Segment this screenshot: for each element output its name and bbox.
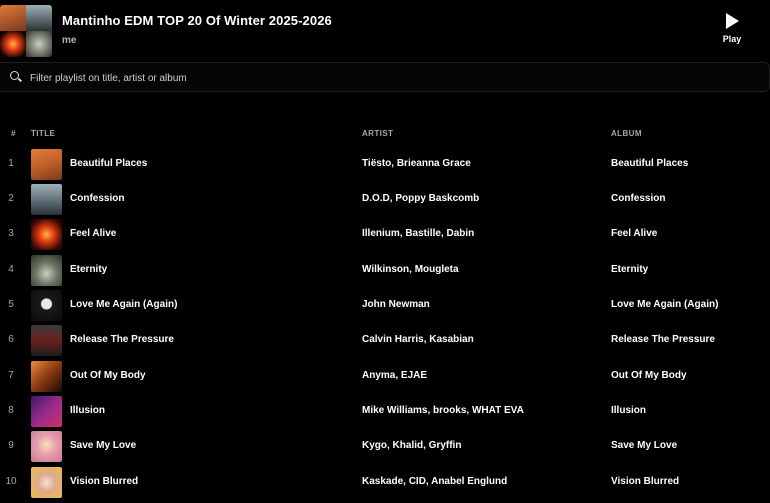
album-art: [31, 184, 62, 215]
track-title[interactable]: Out Of My Body: [70, 370, 146, 381]
album-art: [31, 396, 62, 427]
play-icon: [725, 13, 739, 29]
track-number: 8: [8, 405, 14, 416]
table-row[interactable]: 3 Feel Alive Illenium, Bastille, Dabin Feel…: [0, 218, 770, 253]
track-title[interactable]: Illusion: [70, 405, 105, 416]
track-number: 4: [8, 264, 14, 275]
track-album[interactable]: Love Me Again (Again): [611, 299, 718, 310]
track-artist[interactable]: Tiësto, Brieanna Grace: [362, 158, 471, 169]
filter-bar: [0, 62, 770, 92]
track-number: 7: [8, 370, 14, 381]
track-album[interactable]: Eternity: [611, 264, 648, 275]
album-art: [31, 219, 62, 250]
album-art: [31, 431, 62, 462]
table-row[interactable]: 4 Eternity Wilkinson, Mougleta Eternity: [0, 254, 770, 289]
track-album[interactable]: Out Of My Body: [611, 370, 687, 381]
track-album[interactable]: Save My Love: [611, 440, 677, 451]
album-art: [31, 255, 62, 286]
playlist-cover: [0, 5, 52, 57]
column-header-number: #: [11, 129, 16, 138]
table-row[interactable]: 2 Confession D.O.D, Poppy Baskcomb Confessi…: [0, 183, 770, 218]
cover-tile: [0, 31, 26, 57]
table-row[interactable]: 5 Love Me Again (Again) John Newman Love Me…: [0, 289, 770, 324]
column-header-album[interactable]: ALBUM: [611, 129, 642, 138]
track-number: 1: [8, 158, 14, 169]
cover-tile: [0, 5, 26, 31]
track-artist[interactable]: Kaskade, CID, Anabel Englund: [362, 476, 507, 487]
table-row[interactable]: 10 Vision Blurred Kaskade, CID, Anabel Eng…: [0, 466, 770, 501]
track-album[interactable]: Beautiful Places: [611, 158, 688, 169]
track-artist[interactable]: Wilkinson, Mougleta: [362, 264, 459, 275]
playlist-owner: me: [62, 35, 77, 46]
track-title[interactable]: Love Me Again (Again): [70, 299, 177, 310]
track-artist[interactable]: D.O.D, Poppy Baskcomb: [362, 193, 479, 204]
play-button-label: Play: [722, 34, 742, 44]
track-album[interactable]: Release The Pressure: [611, 334, 715, 345]
track-title[interactable]: Vision Blurred: [70, 476, 138, 487]
cover-tile: [26, 31, 52, 57]
playlist-title: Mantinho EDM TOP 20 Of Winter 2025-2026: [62, 13, 332, 28]
table-row[interactable]: 7 Out Of My Body Anyma, EJAE Out Of My Body: [0, 360, 770, 395]
album-art: [31, 149, 62, 180]
filter-input[interactable]: [30, 69, 630, 87]
cover-tile: [26, 5, 52, 31]
track-artist[interactable]: Mike Williams, brooks, WHAT EVA: [362, 405, 524, 416]
track-artist[interactable]: John Newman: [362, 299, 430, 310]
column-header-artist[interactable]: ARTIST: [362, 129, 393, 138]
play-button[interactable]: Play: [712, 10, 752, 48]
track-artist[interactable]: Anyma, EJAE: [362, 370, 427, 381]
table-row[interactable]: 8 Illusion Mike Williams, brooks, WHAT EVA…: [0, 395, 770, 430]
track-number: 5: [8, 299, 14, 310]
table-header: # TITLE ARTIST ALBUM: [0, 128, 770, 142]
track-album[interactable]: Illusion: [611, 405, 646, 416]
table-row[interactable]: 6 Release The Pressure Calvin Harris, Kasa…: [0, 324, 770, 359]
track-title[interactable]: Save My Love: [70, 440, 136, 451]
column-header-title[interactable]: TITLE: [31, 129, 55, 138]
track-number: 3: [8, 228, 14, 239]
track-album[interactable]: Vision Blurred: [611, 476, 679, 487]
album-art: [31, 325, 62, 356]
track-title[interactable]: Feel Alive: [70, 228, 116, 239]
album-art: [31, 361, 62, 392]
album-art: [31, 290, 62, 321]
track-album[interactable]: Confession: [611, 193, 665, 204]
track-title[interactable]: Release The Pressure: [70, 334, 174, 345]
track-album[interactable]: Feel Alive: [611, 228, 657, 239]
search-icon: [10, 71, 19, 80]
track-title[interactable]: Eternity: [70, 264, 107, 275]
track-artist[interactable]: Calvin Harris, Kasabian: [362, 334, 474, 345]
track-artist[interactable]: Illenium, Bastille, Dabin: [362, 228, 474, 239]
track-number: 10: [5, 476, 17, 487]
track-title[interactable]: Confession: [70, 193, 124, 204]
track-number: 9: [8, 440, 14, 451]
track-number: 6: [8, 334, 14, 345]
track-artist[interactable]: Kygo, Khalid, Gryffin: [362, 440, 461, 451]
track-title[interactable]: Beautiful Places: [70, 158, 147, 169]
album-art: [31, 467, 62, 498]
playlist-header: Mantinho EDM TOP 20 Of Winter 2025-2026 …: [0, 0, 770, 60]
table-row[interactable]: 1 Beautiful Places Tiësto, Brieanna Grace B…: [0, 148, 770, 183]
track-number: 2: [8, 193, 14, 204]
table-row[interactable]: 9 Save My Love Kygo, Khalid, Gryffin Save M…: [0, 430, 770, 465]
